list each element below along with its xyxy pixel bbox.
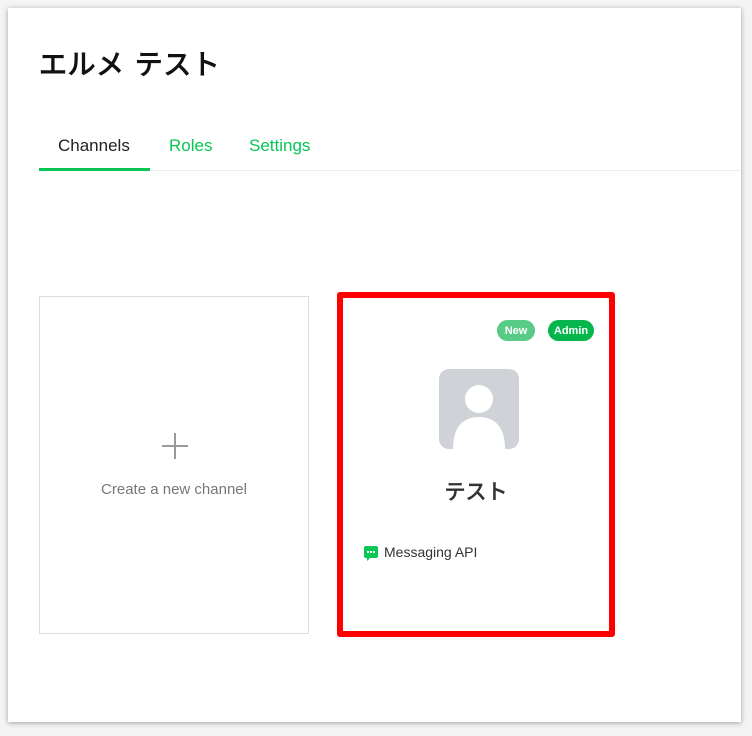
tab-channels[interactable]: Channels	[58, 136, 130, 156]
channel-card[interactable]: New Admin テスト Messaging API	[337, 292, 615, 637]
new-badge: New	[497, 320, 535, 341]
active-tab-indicator	[39, 168, 150, 171]
channel-avatar	[439, 369, 519, 449]
tab-bar: Channels Roles Settings	[39, 128, 741, 171]
user-silhouette-icon	[453, 385, 505, 449]
plus-icon	[162, 433, 188, 459]
page-title: エルメ テスト	[39, 48, 221, 81]
app-window: エルメ テスト Channels Roles Settings Create a…	[8, 8, 741, 722]
create-channel-card[interactable]: Create a new channel	[39, 296, 309, 634]
tab-roles[interactable]: Roles	[169, 136, 212, 156]
channel-type: Messaging API	[364, 544, 478, 561]
chat-bubble-icon	[364, 546, 378, 561]
tab-settings[interactable]: Settings	[249, 136, 310, 156]
create-channel-label: Create a new channel	[101, 481, 247, 498]
channel-type-label: Messaging API	[384, 544, 478, 560]
channel-name: テスト	[444, 480, 508, 504]
admin-badge: Admin	[548, 320, 594, 341]
